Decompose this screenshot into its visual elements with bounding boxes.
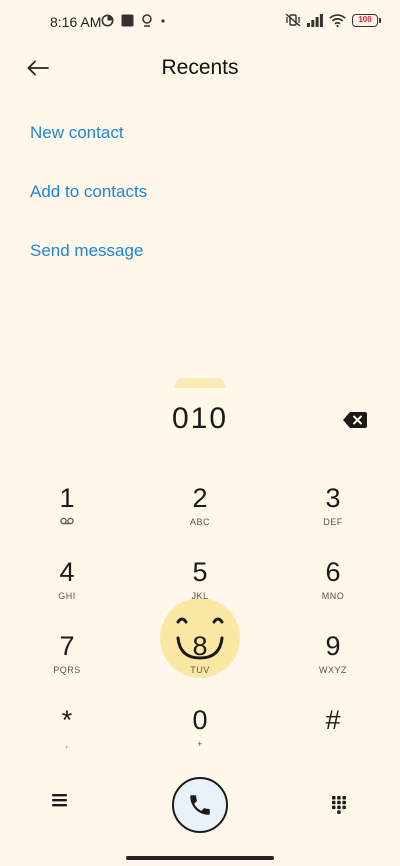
key-letters: PQRS bbox=[53, 665, 81, 675]
key-letters: , bbox=[65, 739, 69, 749]
key-hash[interactable]: # bbox=[273, 705, 393, 767]
wifi-icon bbox=[329, 13, 346, 27]
status-icons-right: 100 bbox=[285, 13, 381, 27]
location-pin-icon bbox=[142, 14, 152, 27]
status-bar: 8:16 AM 100 bbox=[0, 0, 400, 44]
vibrate-mute-icon bbox=[285, 13, 301, 27]
key-6[interactable]: 6 MNO bbox=[273, 557, 393, 619]
key-digit: 1 bbox=[59, 483, 75, 513]
key-0[interactable]: 0 + bbox=[140, 705, 260, 767]
key-letters bbox=[7, 517, 127, 527]
voicemail-icon bbox=[60, 517, 74, 525]
app-notification-icon bbox=[121, 14, 134, 27]
menu-button[interactable] bbox=[50, 792, 70, 813]
backspace-icon bbox=[343, 412, 367, 428]
key-digit: 4 bbox=[59, 557, 75, 587]
pull-handle[interactable] bbox=[174, 378, 226, 388]
status-icons-left bbox=[101, 14, 166, 27]
key-7[interactable]: 7 PQRS bbox=[7, 631, 127, 693]
key-digit: 2 bbox=[192, 483, 208, 513]
key-letters: MNO bbox=[321, 591, 345, 601]
key-digit: # bbox=[325, 705, 341, 735]
key-4[interactable]: 4 GHI bbox=[7, 557, 127, 619]
dialpad-icon bbox=[332, 796, 346, 814]
key-letters: DEF bbox=[323, 517, 343, 527]
key-letters: GHI bbox=[58, 591, 76, 601]
key-letters: JKL bbox=[191, 591, 209, 601]
battery-icon: 100 bbox=[352, 13, 381, 27]
key-letters: ABC bbox=[189, 517, 210, 527]
key-1[interactable]: 1 bbox=[7, 483, 127, 545]
key-letters: WXYZ bbox=[319, 665, 347, 675]
dialpad-toggle-button[interactable] bbox=[331, 795, 347, 820]
key-digit: 0 bbox=[192, 705, 208, 735]
key-2[interactable]: 2 ABC bbox=[140, 483, 260, 545]
home-indicator[interactable] bbox=[126, 856, 274, 860]
battery-level: 100 bbox=[358, 15, 372, 24]
phone-icon bbox=[190, 795, 210, 815]
key-digit: 3 bbox=[325, 483, 341, 513]
key-9[interactable]: 9 WXYZ bbox=[273, 631, 393, 693]
key-digit: 8 bbox=[192, 631, 208, 661]
backspace-button[interactable] bbox=[343, 412, 367, 433]
key-8[interactable]: 8 TUV bbox=[140, 631, 260, 693]
signal-icon bbox=[307, 13, 323, 27]
send-message-link[interactable]: Send message bbox=[30, 241, 143, 261]
more-dot-icon bbox=[161, 19, 165, 23]
key-digit: 7 bbox=[59, 631, 75, 661]
key-letters: + bbox=[197, 739, 203, 749]
menu-icon bbox=[52, 794, 67, 807]
call-button[interactable] bbox=[172, 777, 228, 833]
key-digit: 5 bbox=[192, 557, 208, 587]
key-digit: 6 bbox=[325, 557, 341, 587]
new-contact-link[interactable]: New contact bbox=[30, 123, 124, 143]
key-star[interactable]: * , bbox=[7, 705, 127, 767]
add-to-contacts-link[interactable]: Add to contacts bbox=[30, 182, 147, 202]
dialed-number: 010 bbox=[171, 402, 229, 435]
page-title: Recents bbox=[161, 56, 239, 79]
key-5[interactable]: 5 JKL bbox=[140, 557, 260, 619]
key-digit: 9 bbox=[325, 631, 341, 661]
key-letters: TUV bbox=[190, 665, 210, 675]
data-saver-icon bbox=[101, 14, 114, 27]
status-time: 8:16 AM bbox=[50, 14, 102, 30]
key-3[interactable]: 3 DEF bbox=[273, 483, 393, 545]
key-digit: * bbox=[61, 705, 73, 735]
